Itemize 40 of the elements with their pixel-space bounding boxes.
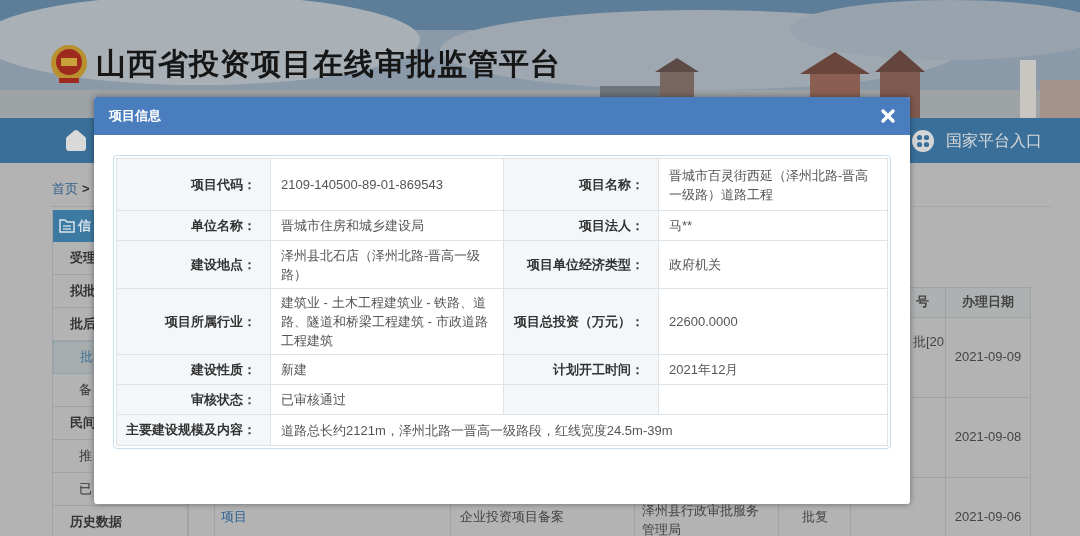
- grid-icon: [912, 129, 934, 152]
- breadcrumb-separator: >: [82, 180, 90, 198]
- home-icon[interactable]: [64, 128, 88, 153]
- field-label: 项目代码：: [116, 158, 271, 211]
- field-label: 计划开工时间：: [503, 354, 659, 385]
- table-cell: 2021-09-09: [945, 317, 1031, 397]
- field-value: 晋城市住房和城乡建设局: [270, 210, 504, 241]
- dialog-title: 项目信息: [109, 107, 161, 126]
- field-value: 泽州县北石店（泽州北路-晋高一级路）: [270, 240, 504, 289]
- folder-icon: [59, 218, 75, 233]
- site-title: 山西省投资项目在线审批监管平台: [96, 46, 561, 82]
- field-value: 2109-140500-89-01-869543: [270, 158, 504, 211]
- nav-link[interactable]: 国家平台入口: [946, 128, 1042, 153]
- field-label: 项目单位经济类型：: [503, 240, 659, 289]
- sidebar-item[interactable]: 历史数据: [53, 505, 187, 536]
- field-label: 审核状态：: [116, 384, 271, 415]
- field-label: 项目名称：: [503, 158, 659, 211]
- field-value: 马**: [658, 210, 888, 241]
- table-cell: 2021-09-08: [945, 397, 1031, 477]
- field-value: 道路总长约2121m，泽州北路一晋高一级路段，红线宽度24.5m-39m: [270, 414, 888, 446]
- field-value: 政府机关: [658, 240, 888, 289]
- project-link[interactable]: 项目: [221, 509, 247, 525]
- field-value: 新建: [270, 354, 504, 385]
- field-label: 主要建设规模及内容：: [116, 414, 271, 446]
- field-label: 项目法人：: [503, 210, 659, 241]
- breadcrumb-link[interactable]: 首页: [52, 179, 78, 199]
- field-value: 2021年12月: [658, 354, 888, 385]
- field-value: 建筑业 - 土木工程建筑业 - 铁路、道路、隧道和桥梁工程建筑 - 市政道路工程建筑: [270, 288, 504, 355]
- field-label: 项目总投资（万元）：: [503, 288, 659, 355]
- sidebar-heading-text: 信: [78, 216, 91, 235]
- field-label: 单位名称：: [116, 210, 271, 241]
- field-value: 已审核通过: [270, 384, 504, 415]
- column-header: 办理日期: [945, 287, 1031, 317]
- field-value: 晋城市百灵街西延（泽州北路-晋高一级路）道路工程: [658, 158, 888, 211]
- field-label: 建设性质：: [116, 354, 271, 385]
- close-icon[interactable]: [878, 106, 898, 126]
- emblem-icon: [50, 43, 88, 84]
- field-label: 建设地点：: [116, 240, 271, 289]
- field-label: 项目所属行业：: [116, 288, 271, 355]
- field-value: 22600.0000: [658, 288, 888, 355]
